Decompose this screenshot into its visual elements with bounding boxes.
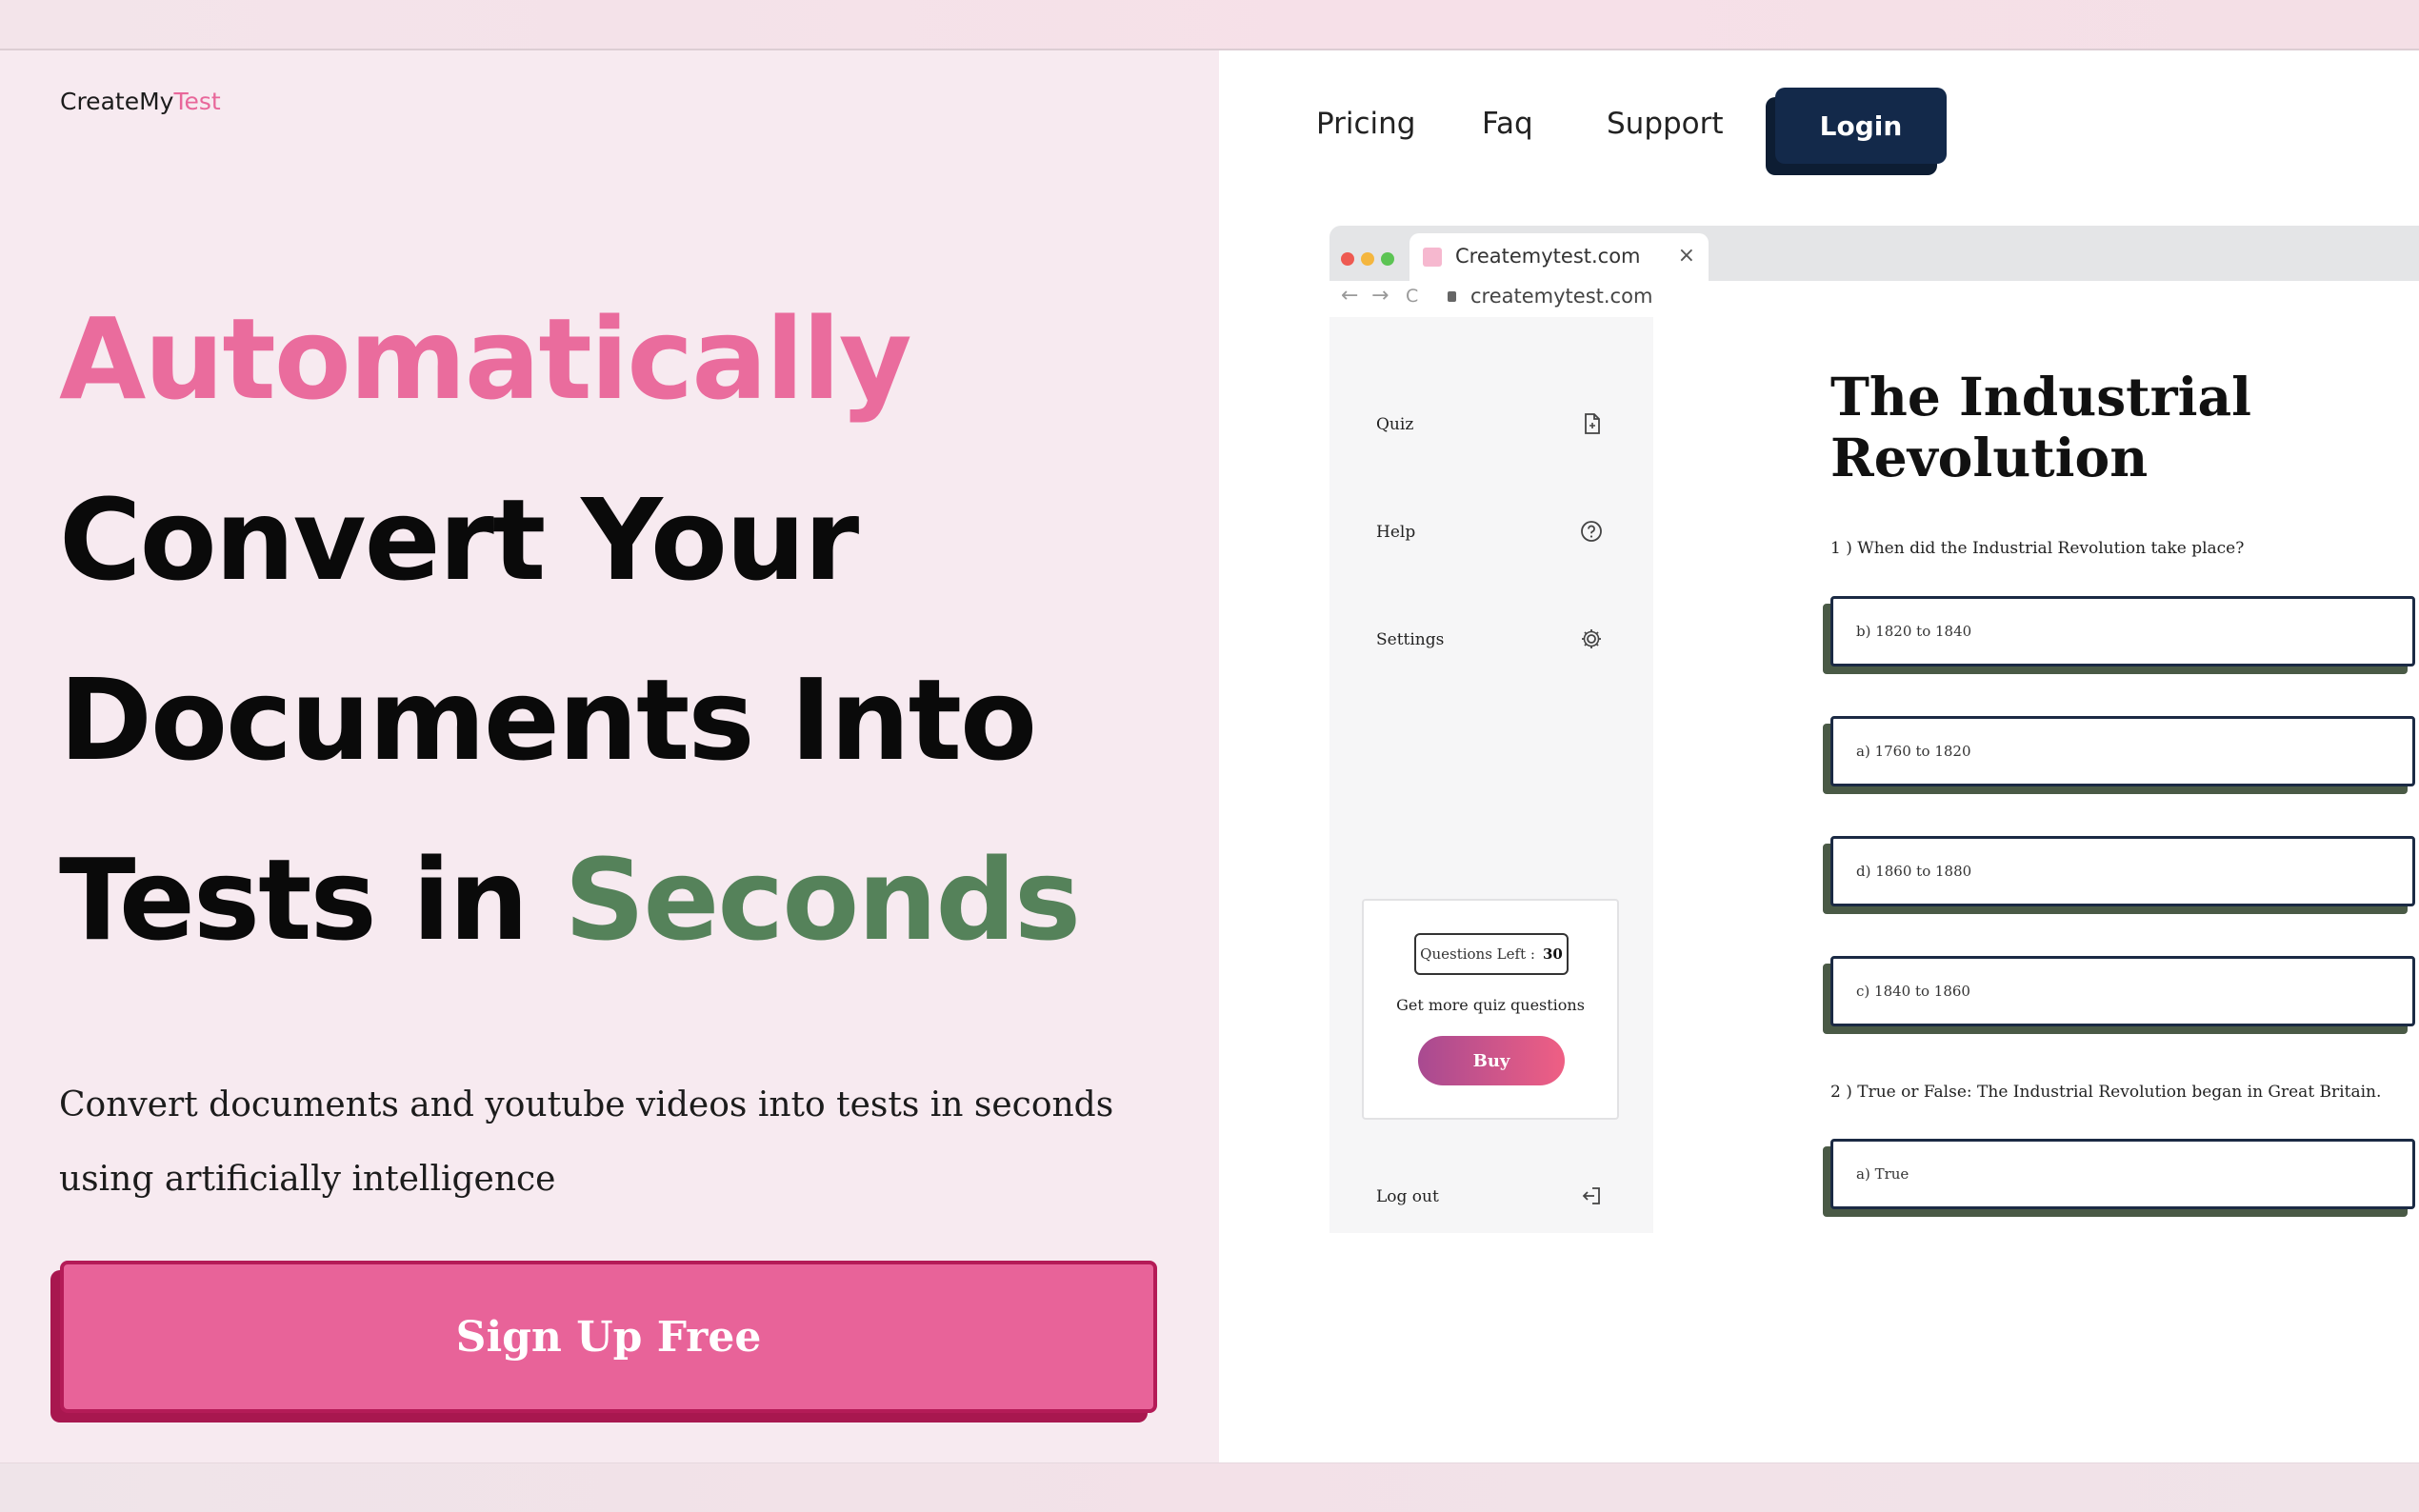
buy-button[interactable]: Buy [1418,1036,1565,1085]
quota-card: Questions Left : 30 Get more quiz questio… [1362,899,1619,1120]
close-dot-icon[interactable] [1341,252,1354,266]
headline-highlight: Seconds [564,834,1081,965]
answer-option[interactable]: d) 1860 to 1880 [1830,836,2415,906]
signup-button[interactable]: Sign Up Free [60,1261,1157,1413]
sidebar-item-logout[interactable]: Log out [1376,1187,1439,1206]
document-icon[interactable] [1579,411,1604,436]
logout-icon[interactable] [1579,1184,1604,1208]
answer-option[interactable]: a) 1760 to 1820 [1830,716,2415,786]
back-arrow-icon[interactable]: ← [1341,284,1358,308]
answer-option[interactable]: b) 1820 to 1840 [1830,596,2415,666]
address-bar[interactable]: ← → C createmytest.com [1329,281,2419,317]
question-1: 1 ) When did the Industrial Revolution t… [1830,539,2245,558]
questions-left-badge: Questions Left : 30 [1414,933,1569,975]
answer-option[interactable]: a) True [1830,1139,2415,1209]
question-2: 2 ) True or False: The Industrial Revolu… [1830,1083,2382,1102]
nav-faq[interactable]: Faq [1482,107,1533,141]
close-tab-icon[interactable]: × [1678,244,1695,268]
headline-line-4-text: Tests in [59,834,565,965]
quiz-title: The Industrial Revolution [1830,366,2251,488]
forward-arrow-icon[interactable]: → [1371,284,1389,308]
logo-accent-text: Test [173,88,221,115]
nav-pricing[interactable]: Pricing [1316,107,1416,141]
headline-line-4: Tests in Seconds [59,844,1081,956]
gear-icon[interactable] [1579,627,1604,651]
login-button[interactable]: Login [1775,88,1947,164]
lock-icon [1448,291,1456,302]
bottom-band [0,1462,2419,1512]
url-text: createmytest.com [1470,285,1653,308]
logo-text: CreateMy [60,88,174,115]
answer-option[interactable]: c) 1840 to 1860 [1830,956,2415,1026]
browser-tab[interactable]: Createmytest.com × [1409,233,1709,281]
sidebar-item-help[interactable]: Help [1376,523,1415,542]
sidebar-item-quiz[interactable]: Quiz [1376,415,1413,434]
headline-line-2: Convert Your [59,474,859,606]
headline-line-1: Automatically [59,293,912,425]
top-band [0,0,2419,50]
maximize-dot-icon[interactable] [1381,252,1394,266]
questions-left-label: Questions Left : [1420,945,1535,963]
headline-line-3: Documents Into [59,654,1037,786]
questions-left-value: 30 [1542,945,1563,963]
reload-icon[interactable]: C [1406,286,1418,307]
sidebar-item-settings[interactable]: Settings [1376,630,1444,649]
favicon-icon [1423,248,1442,267]
help-icon[interactable] [1579,519,1604,544]
logo[interactable]: CreateMyTest [60,88,221,115]
get-more-text: Get more quiz questions [1396,996,1585,1014]
tab-title: Createmytest.com [1455,245,1641,268]
minimize-dot-icon[interactable] [1361,252,1374,266]
hero-subtitle: Convert documents and youtube videos int… [59,1085,1114,1199]
nav-support[interactable]: Support [1607,107,1724,141]
